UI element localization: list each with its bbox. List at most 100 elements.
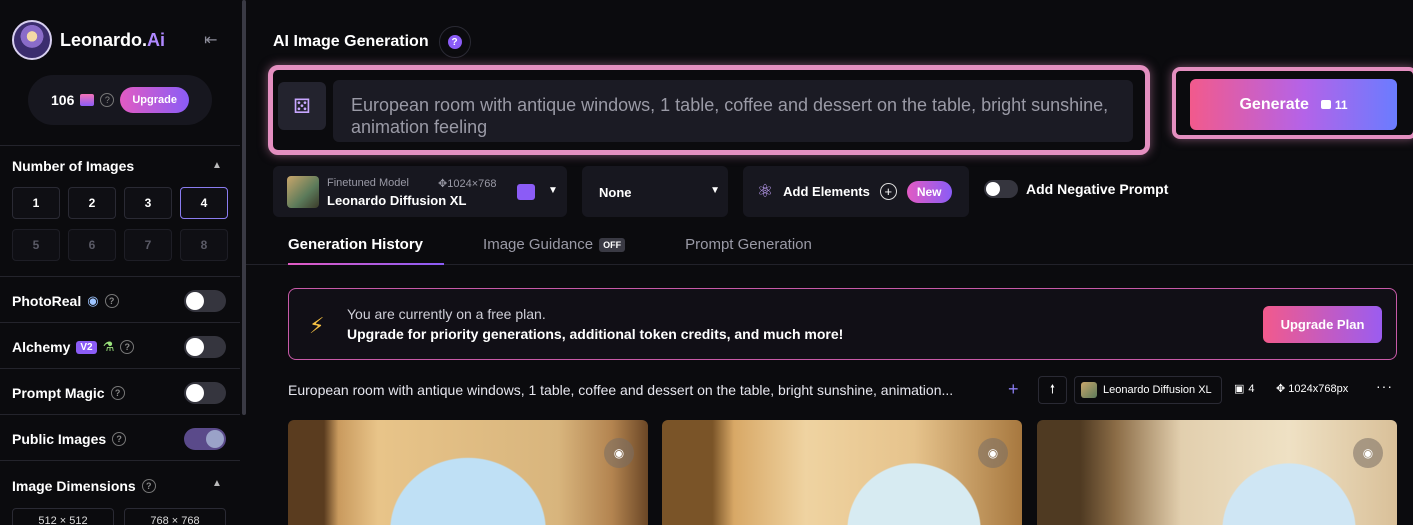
- photoreal-row: PhotoReal ◉?: [12, 289, 226, 313]
- upgrade-button[interactable]: Upgrade: [120, 87, 189, 113]
- tab-prompt-generation[interactable]: Prompt Generation: [685, 236, 812, 253]
- image-count-7[interactable]: 7: [124, 229, 172, 261]
- free-plan-banner: ⚡ You are currently on a free plan. Upgr…: [288, 288, 1397, 360]
- model-selector[interactable]: Finetuned Model ✥1024×768 Leonardo Diffu…: [273, 166, 567, 217]
- history-model-badge: Leonardo Diffusion XL: [1074, 376, 1222, 404]
- eye-icon[interactable]: ◉: [1353, 438, 1383, 468]
- image-count-4[interactable]: 4: [180, 187, 228, 219]
- plus-icon[interactable]: +: [1008, 379, 1019, 400]
- negative-prompt-row: Add Negative Prompt: [984, 180, 1168, 198]
- dimension-512[interactable]: 512 × 512: [12, 508, 114, 525]
- help-icon[interactable]: ?: [141, 479, 156, 493]
- alchemy-version-badge: V2: [76, 340, 97, 354]
- add-elements-label: Add Elements: [783, 184, 870, 199]
- random-prompt-dice-icon[interactable]: ⚄: [278, 82, 326, 130]
- image-count-6[interactable]: 6: [68, 229, 116, 261]
- divider: [0, 276, 240, 277]
- dimension-options: 512 × 512 768 × 768: [12, 508, 226, 525]
- negative-prompt-toggle[interactable]: [984, 180, 1018, 198]
- plus-circle-icon: +: [879, 183, 897, 200]
- add-elements-button[interactable]: ⚛ Add Elements + New: [743, 166, 969, 217]
- prompt-input[interactable]: European room with antique windows, 1 ta…: [333, 80, 1133, 142]
- help-icon[interactable]: ?: [104, 294, 119, 308]
- model-type-label: Finetuned Model: [327, 177, 409, 189]
- off-badge: OFF: [599, 237, 626, 252]
- prompt-magic-label: Prompt Magic: [12, 385, 105, 401]
- style-select[interactable]: None ▼: [582, 166, 728, 217]
- style-value: None: [599, 185, 632, 200]
- logo-text: Leonardo.Ai: [60, 29, 166, 50]
- history-size: ✥ 1024x768px: [1276, 383, 1349, 395]
- help-icon[interactable]: ?: [110, 386, 125, 400]
- divider: [0, 145, 240, 146]
- photoreal-label: PhotoReal: [12, 293, 82, 309]
- atom-icon: ⚛: [757, 181, 774, 201]
- image-count-2[interactable]: 2: [68, 187, 116, 219]
- sidebar-scrollbar[interactable]: [242, 0, 246, 415]
- chevron-down-icon[interactable]: ▼: [548, 185, 558, 196]
- help-icon[interactable]: ?: [112, 432, 127, 446]
- alchemy-label: Alchemy: [12, 339, 71, 355]
- logo-avatar-icon: [12, 20, 52, 60]
- token-icon: [80, 94, 95, 106]
- generate-cost: 11: [1320, 98, 1348, 112]
- credit-count: 106: [51, 92, 75, 108]
- generated-image[interactable]: ◉: [662, 420, 1022, 525]
- public-images-row: Public Images?: [12, 427, 226, 451]
- flask-icon: ⚗: [102, 339, 115, 354]
- divider: [0, 460, 240, 461]
- image-count-3[interactable]: 3: [124, 187, 172, 219]
- history-prompt: European room with antique windows, 1 ta…: [288, 382, 954, 398]
- help-icon[interactable]: ?: [100, 93, 115, 107]
- model-details-icon[interactable]: [517, 184, 535, 200]
- history-image-count: ▣ 4: [1234, 382, 1255, 396]
- divider: [0, 414, 240, 415]
- photoreal-toggle[interactable]: [184, 290, 226, 312]
- new-badge: New: [906, 180, 952, 203]
- image-count-1[interactable]: 1: [12, 187, 60, 219]
- tab-generation-history[interactable]: Generation History: [288, 236, 423, 253]
- help-icon[interactable]: ?: [120, 340, 135, 354]
- tab-bar: Generation History Image Guidance OFF Pro…: [288, 236, 872, 253]
- divider: [0, 322, 240, 323]
- image-dimensions-title: Image Dimensions: [12, 478, 136, 494]
- alchemy-toggle[interactable]: [184, 336, 226, 358]
- number-of-images-title: Number of Images: [12, 158, 135, 174]
- logo[interactable]: Leonardo.Ai: [12, 20, 165, 60]
- help-button[interactable]: ?: [438, 26, 471, 58]
- camera-icon: ◉: [87, 293, 99, 308]
- prompt-magic-toggle[interactable]: [184, 382, 226, 404]
- eye-icon[interactable]: ◉: [978, 438, 1008, 468]
- banner-line-1: You are currently on a free plan.: [347, 306, 546, 322]
- model-thumbnail-icon: [1081, 382, 1097, 398]
- generate-button[interactable]: Generate 11: [1190, 79, 1397, 130]
- collapse-sidebar-icon[interactable]: ⇤: [204, 30, 224, 49]
- upgrade-plan-button[interactable]: Upgrade Plan: [1263, 306, 1382, 343]
- prompt-magic-row: Prompt Magic?: [12, 381, 226, 405]
- tab-image-guidance[interactable]: Image Guidance OFF: [483, 236, 626, 253]
- model-name: Leonardo Diffusion XL: [327, 193, 467, 208]
- image-count-5[interactable]: 5: [12, 229, 60, 261]
- generated-image[interactable]: ◉: [288, 420, 648, 525]
- dimension-768[interactable]: 768 × 768: [124, 508, 226, 525]
- generate-label: Generate: [1239, 95, 1309, 113]
- question-icon: ?: [447, 35, 462, 49]
- negative-prompt-label: Add Negative Prompt: [1026, 181, 1169, 197]
- credits-panel: 106 ? Upgrade: [28, 75, 212, 125]
- model-thumbnail: [287, 176, 319, 208]
- eye-icon[interactable]: ◉: [604, 438, 634, 468]
- token-icon: [1320, 100, 1331, 109]
- lightning-icon: ⚡: [309, 313, 325, 338]
- divider: [0, 368, 240, 369]
- chevron-up-icon[interactable]: ▲: [212, 160, 222, 171]
- active-tab-indicator: [288, 263, 444, 265]
- page-title: AI Image Generation ?: [273, 26, 471, 58]
- public-images-label: Public Images: [12, 431, 107, 447]
- number-of-images-grid: 1 2 3 4 5 6 7 8: [12, 187, 228, 261]
- more-options-icon[interactable]: ···: [1376, 378, 1393, 394]
- chevron-up-icon[interactable]: ▲: [212, 478, 222, 489]
- generated-image[interactable]: ◉: [1037, 420, 1397, 525]
- public-images-toggle[interactable]: [184, 428, 226, 450]
- arrow-up-icon[interactable]: 🠕: [1038, 376, 1067, 404]
- image-count-8[interactable]: 8: [180, 229, 228, 261]
